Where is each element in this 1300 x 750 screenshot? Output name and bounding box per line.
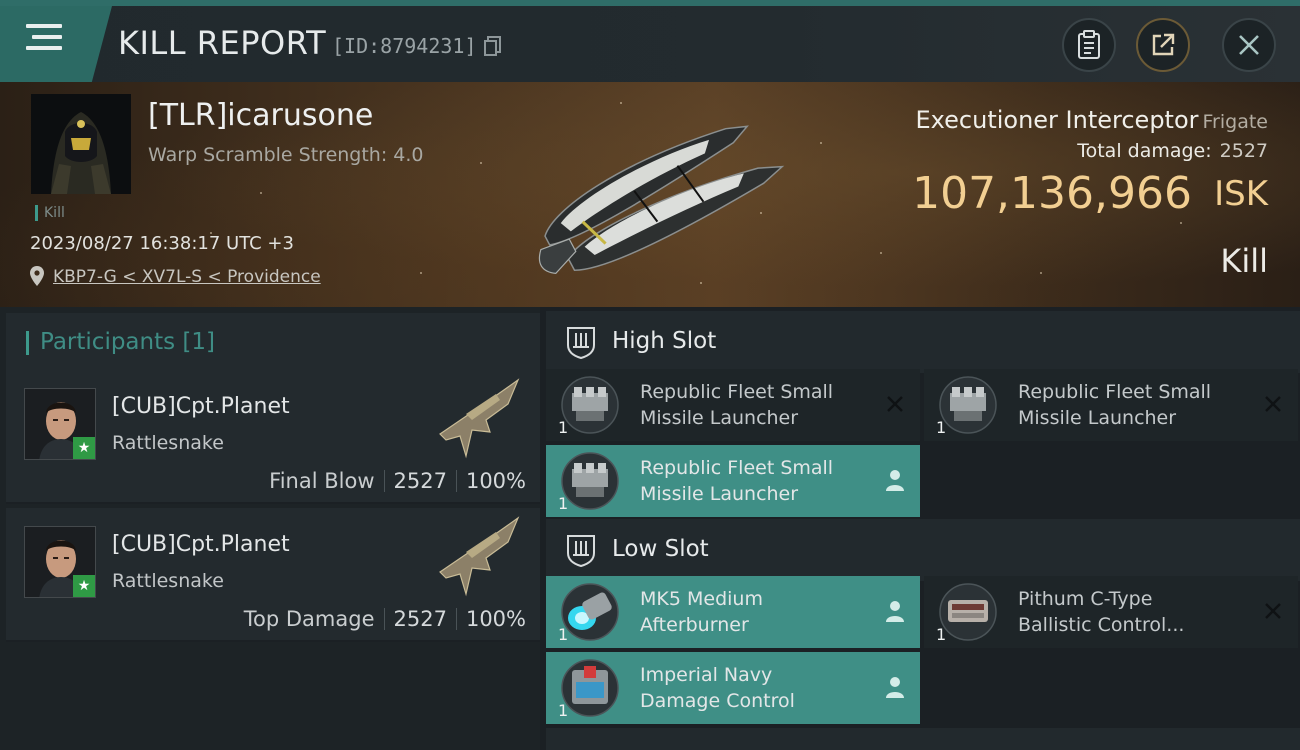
menu-icon (26, 24, 62, 54)
participant-percent: 100% (465, 607, 526, 631)
module-item[interactable]: 1 Imperial Navy Damage Control (546, 652, 920, 724)
page-title: KILL REPORT (118, 24, 327, 62)
module-name-line2: Damage Control (640, 690, 795, 712)
menu-button[interactable] (0, 6, 112, 82)
avatar[interactable]: ★ (24, 388, 96, 460)
module-name: Republic Fleet Small Missile Launcher (640, 455, 870, 507)
participant-percent: 100% (465, 469, 526, 493)
clipboard-icon (1078, 30, 1100, 59)
module-item[interactable]: 1 Pithum C-Type Ballistic Control... (924, 576, 1298, 648)
location-pin-icon (30, 266, 44, 286)
module-name-line2: Missile Launcher (640, 407, 799, 429)
close-button[interactable] (1222, 18, 1276, 72)
destroyed-x-icon (1265, 396, 1281, 412)
person-icon (886, 470, 904, 491)
module-quantity: 1 (558, 701, 569, 720)
module-name: Republic Fleet Small Missile Launcher (1018, 379, 1248, 431)
close-icon (1239, 35, 1259, 55)
participant-stats: Top Damage 2527 100% (244, 607, 526, 631)
kill-timestamp: 2023/08/27 16:38:17 UTC +3 (30, 233, 294, 254)
participants-panel: Participants [1] ★ [CUB]Cpt.Planet Rattl… (0, 307, 540, 750)
module-quantity: 1 (936, 418, 947, 437)
module-name-line2: Missile Launcher (640, 483, 799, 505)
share-button[interactable] (1136, 18, 1190, 72)
victim-summary: [TLR]icarusone Warp Scramble Strength: 4… (0, 82, 1300, 307)
module-name-line2: Ballistic Control... (1018, 614, 1185, 636)
report-id: [ID:8794231] (332, 34, 477, 58)
person-icon (886, 601, 904, 622)
module-name-line1: Imperial Navy (640, 664, 773, 686)
high-slot-label: High Slot (612, 328, 717, 354)
module-name-line1: Republic Fleet Small (640, 457, 834, 479)
next-slot-header (546, 728, 1300, 750)
high-slot-header: High Slot (546, 311, 1300, 373)
participant-damage: 2527 (393, 469, 447, 493)
module-name-line1: Republic Fleet Small (640, 381, 834, 403)
low-slot-icon (567, 535, 595, 567)
participant-stats: Final Blow 2527 100% (269, 469, 526, 493)
module-name-line2: Missile Launcher (1018, 407, 1177, 429)
module-name: MK5 Medium Afterburner (640, 586, 870, 638)
module-name: Imperial Navy Damage Control (640, 662, 870, 714)
isk-value: 107,136,966 (912, 168, 1192, 219)
participant-name[interactable]: [CUB]Cpt.Planet (112, 532, 290, 557)
destroyed-x-icon (887, 396, 903, 412)
clipboard-button[interactable] (1062, 18, 1116, 72)
module-quantity: 1 (558, 494, 569, 513)
destroyed-x-icon (1265, 603, 1281, 619)
module-quantity: 1 (558, 625, 569, 644)
star-badge-icon: ★ (73, 437, 95, 459)
copy-icon[interactable] (484, 36, 502, 56)
high-slot-icon (567, 327, 595, 359)
ship-class: Frigate (1202, 111, 1268, 133)
module-name-line2: Afterburner (640, 614, 749, 636)
ship-name-text: Executioner Interceptor (915, 106, 1199, 134)
participant-ship-image (439, 378, 520, 459)
module-name-line1: Pithum C-Type (1018, 588, 1153, 610)
fitting-panel: High Slot 1 Republic Fleet Small Missile… (540, 307, 1300, 750)
module-quantity: 1 (936, 625, 947, 644)
participants-header-accent (26, 331, 29, 355)
module-item[interactable]: 1 Republic Fleet Small Missile Launcher (546, 369, 920, 441)
participants-header: Participants [1] (6, 313, 540, 371)
person-icon (886, 677, 904, 698)
avatar[interactable]: ★ (24, 526, 96, 598)
header-bar: KILL REPORT [ID:8794231] (0, 6, 1300, 82)
module-name: Republic Fleet Small Missile Launcher (640, 379, 870, 431)
victim-portrait[interactable] (31, 94, 131, 194)
kill-location-link[interactable]: KBP7-G < XV7L-S < Providence (53, 267, 321, 287)
share-icon (1152, 33, 1175, 56)
module-name-line1: Republic Fleet Small (1018, 381, 1212, 403)
participant-name[interactable]: [CUB]Cpt.Planet (112, 394, 290, 419)
module-name-line1: MK5 Medium (640, 588, 763, 610)
victim-ship-name[interactable]: Executioner Interceptor Frigate (916, 106, 1268, 134)
participants-title: Participants [1] (40, 329, 215, 355)
star-badge-icon: ★ (73, 575, 95, 597)
participant-row[interactable]: ★ [CUB]Cpt.Planet Rattlesnake Top Damage… (6, 508, 540, 642)
pilot-portrait-image (31, 94, 131, 194)
participant-role: Final Blow (269, 469, 375, 493)
total-damage-value: 2527 (1219, 140, 1268, 162)
module-item[interactable]: 1 Republic Fleet Small Missile Launcher (546, 445, 920, 517)
module-quantity: 1 (558, 418, 569, 437)
participant-ship: Rattlesnake (112, 432, 224, 454)
result-label: Kill (1220, 242, 1268, 280)
participant-row[interactable]: ★ [CUB]Cpt.Planet Rattlesnake Final Blow… (6, 370, 540, 504)
participant-ship: Rattlesnake (112, 570, 224, 592)
isk-unit: ISK (1214, 174, 1268, 214)
module-name: Pithum C-Type Ballistic Control... (1018, 586, 1248, 638)
low-slot-label: Low Slot (612, 536, 709, 562)
participant-role: Top Damage (243, 607, 375, 631)
kill-tag: Kill (35, 205, 65, 221)
participant-damage: 2527 (393, 607, 447, 631)
warp-scramble-strength: Warp Scramble Strength: 4.0 (148, 144, 424, 166)
victim-name[interactable]: [TLR]icarusone (148, 98, 373, 133)
victim-ship-image[interactable] (520, 90, 790, 305)
total-damage-label: Total damage: (1077, 140, 1212, 162)
module-item[interactable]: 1 Republic Fleet Small Missile Launcher (924, 369, 1298, 441)
module-item[interactable]: 1 MK5 Medium Afterburner (546, 576, 920, 648)
low-slot-header: Low Slot (546, 519, 1300, 581)
total-damage: Total damage: 2527 (1077, 140, 1268, 162)
participant-ship-image (439, 516, 520, 597)
